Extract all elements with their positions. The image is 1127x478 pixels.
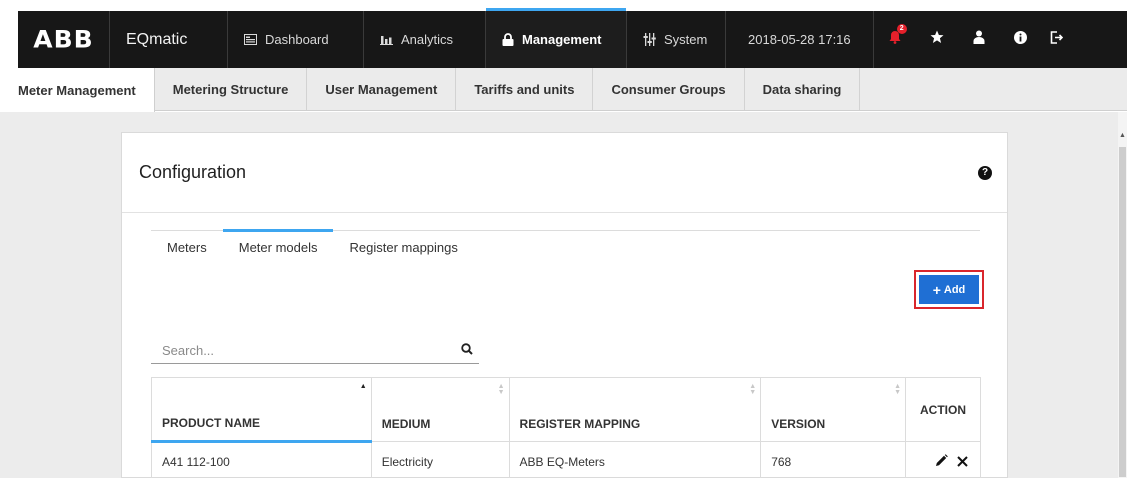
logout-icon [1050,30,1064,49]
current-datetime: 2018-05-28 17:16 [726,11,874,68]
nav-tab-label: Dashboard [265,32,329,47]
table-header-row: PRODUCT NAME ▲ MEDIUM ▲ ▼ REGISTER MAPPIN… [151,377,981,443]
search-icon[interactable] [461,342,473,360]
column-header-action: ACTION [905,377,981,442]
info-button[interactable] [1000,11,1042,68]
search-box [151,338,479,364]
search-input[interactable] [162,343,412,358]
tab-meter-models[interactable]: Meter models [222,229,334,263]
plus-icon: + [932,281,941,298]
column-header-version[interactable]: VERSION ▲ ▼ [760,377,906,442]
cell-version: 768 [760,441,906,478]
dashboard-icon [244,34,257,45]
subtab-metering-structure[interactable]: Metering Structure [155,68,308,110]
notification-badge: 2 [896,24,907,34]
nav-tab-label: System [664,32,708,47]
card-header: Configuration ? [122,133,1007,213]
subtab-meter-management[interactable]: Meter Management [0,68,155,112]
sliders-icon [643,33,656,46]
main-content: Configuration ? Meters Meter models Regi… [0,112,1127,478]
lock-icon [502,33,514,46]
top-bar: ABB EQmatic Dashboard Analytics Manageme… [0,0,1127,68]
subtab-tariffs-and-units[interactable]: Tariffs and units [456,68,594,110]
sort-icon: ▲ ▼ [749,383,757,396]
abb-logo[interactable]: ABB [18,11,110,68]
sort-icon: ▲ ▼ [894,383,902,396]
column-header-medium[interactable]: MEDIUM ▲ ▼ [370,377,510,442]
cell-actions [905,441,981,478]
notifications-button[interactable]: 2 [874,11,916,68]
management-subnav: Meter Management Metering Structure User… [0,68,1127,112]
subtab-consumer-groups[interactable]: Consumer Groups [593,68,745,110]
user-button[interactable] [958,11,1000,68]
subtab-user-management[interactable]: User Management [307,68,457,110]
subtab-data-sharing[interactable]: Data sharing [745,68,861,110]
column-label: REGISTER MAPPING [519,417,641,431]
favorites-button[interactable] [916,11,958,68]
column-label: PRODUCT NAME [162,416,260,430]
configuration-card: Configuration ? Meters Meter models Regi… [121,132,1008,478]
scroll-up-icon[interactable]: ▲ [1119,132,1126,139]
star-icon [930,30,944,49]
column-header-register-mapping[interactable]: REGISTER MAPPING ▲ ▼ [508,377,761,442]
nav-tab-label: Analytics [401,32,454,47]
tab-meters[interactable]: Meters [151,231,223,263]
card-title: Configuration [139,162,247,182]
logout-button[interactable] [1042,11,1072,68]
add-button-body: + Add [919,275,979,304]
column-label: VERSION [771,417,826,431]
help-icon[interactable]: ? [978,165,992,180]
table-row[interactable]: A41 112-100 Electricity ABB EQ-Meters 76… [151,441,981,478]
cell-medium: Electricity [370,441,510,478]
logo-text: ABB [33,25,94,54]
bar-chart-icon [380,34,393,45]
add-button-label: Add [943,283,966,296]
sort-icon: ▲ ▼ [497,383,505,396]
column-label: ACTION [920,402,966,417]
top-nav: ABB EQmatic Dashboard Analytics Manageme… [18,8,1127,68]
nav-tab-label: Management [522,32,602,47]
column-header-product-name[interactable]: PRODUCT NAME ▲ [151,377,372,443]
delete-icon[interactable] [957,456,968,470]
info-icon [1014,30,1028,49]
cell-product-name: A41 112-100 [151,441,372,478]
app-name: EQmatic [110,11,228,68]
user-icon [973,30,985,49]
edit-icon[interactable] [935,453,948,470]
tab-register-mappings[interactable]: Register mappings [333,231,473,263]
column-label: MEDIUM [381,417,431,431]
page-scrollbar[interactable]: ▲ [1118,112,1127,478]
cell-register-mapping: ABB EQ-Meters [508,441,761,478]
configuration-tabs: Meters Meter models Register mappings [151,229,980,263]
scroll-thumb[interactable] [1119,147,1126,477]
nav-tab-system[interactable]: System [627,11,726,68]
nav-tab-dashboard[interactable]: Dashboard [228,11,364,68]
meter-models-table: PRODUCT NAME ▲ MEDIUM ▲ ▼ REGISTER MAPPIN… [151,377,981,478]
nav-tab-management[interactable]: Management [486,8,627,68]
nav-tab-analytics[interactable]: Analytics [364,11,486,68]
sort-ascending-icon: ▲ [359,383,367,390]
add-meter-model-button[interactable]: + Add [914,270,984,309]
